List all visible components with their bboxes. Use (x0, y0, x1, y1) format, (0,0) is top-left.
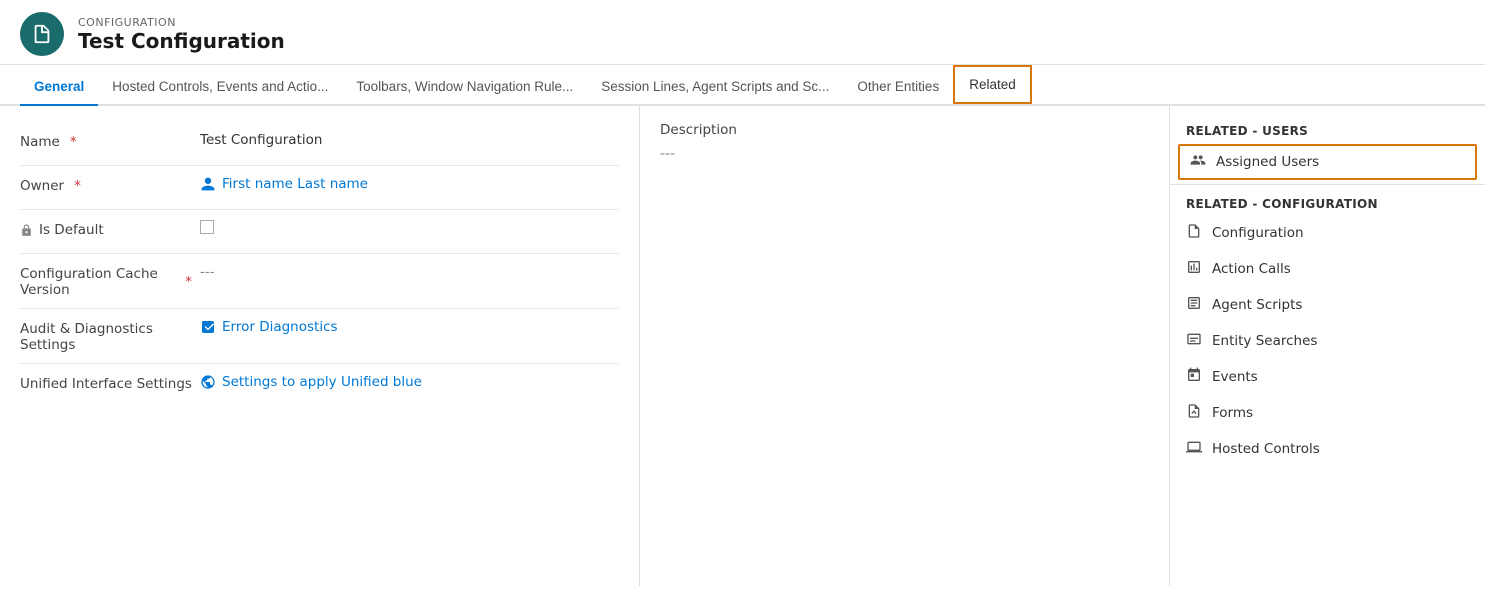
action-calls-icon (1186, 259, 1202, 279)
config-title: Test Configuration (78, 29, 285, 53)
forms-icon (1186, 403, 1202, 423)
related-item-assigned-users[interactable]: Assigned Users (1178, 144, 1477, 180)
form-row-is-default: Is Default (20, 210, 619, 254)
label-is-default: Is Default (20, 220, 200, 238)
label-cache-version: Configuration Cache Version * (20, 264, 200, 298)
configuration-icon (1186, 223, 1202, 243)
related-config-section-title: Related - Configuration (1170, 189, 1485, 215)
form-row-unified: Unified Interface Settings Settings to a… (20, 364, 619, 408)
related-item-hosted-controls[interactable]: Hosted Controls (1170, 431, 1485, 467)
description-panel: Description --- (640, 106, 1170, 586)
required-star-owner: * (74, 178, 81, 194)
related-panel: Related - Users Assigned Users Related -… (1170, 106, 1485, 586)
label-audit: Audit & Diagnostics Settings (20, 319, 200, 353)
related-users-section-title: Related - Users (1170, 116, 1485, 142)
lock-icon (20, 224, 33, 237)
diagnostics-icon (200, 319, 216, 335)
description-value: --- (660, 146, 1149, 162)
value-unified[interactable]: Settings to apply Unified blue (200, 374, 619, 390)
configuration-label: Configuration (1212, 225, 1304, 241)
person-icon (200, 176, 216, 192)
app-icon (20, 12, 64, 56)
events-label: Events (1212, 369, 1258, 385)
hosted-controls-label: Hosted Controls (1212, 441, 1320, 457)
tab-toolbars[interactable]: Toolbars, Window Navigation Rule... (342, 69, 587, 104)
tab-session-lines[interactable]: Session Lines, Agent Scripts and Sc... (587, 69, 843, 104)
checkbox-is-default[interactable] (200, 220, 214, 234)
assigned-users-label: Assigned Users (1216, 154, 1319, 170)
value-is-default (200, 220, 619, 238)
forms-label: Forms (1212, 405, 1253, 421)
value-owner[interactable]: First name Last name (200, 176, 619, 192)
tab-bar: General Hosted Controls, Events and Acti… (0, 65, 1485, 106)
value-name: Test Configuration (200, 132, 619, 148)
label-name: Name * (20, 132, 200, 150)
label-unified: Unified Interface Settings (20, 374, 200, 392)
agent-scripts-label: Agent Scripts (1212, 297, 1302, 313)
header-text-block: CONFIGURATION Test Configuration (78, 16, 285, 53)
related-item-forms[interactable]: Forms (1170, 395, 1485, 431)
required-star-name: * (70, 134, 77, 150)
related-item-agent-scripts[interactable]: Agent Scripts (1170, 287, 1485, 323)
value-cache-version: --- (200, 264, 619, 280)
form-row-name: Name * Test Configuration (20, 122, 619, 166)
main-content: Name * Test Configuration Owner * First … (0, 106, 1485, 586)
entity-searches-label: Entity Searches (1212, 333, 1317, 349)
action-calls-label: Action Calls (1212, 261, 1291, 277)
config-label: CONFIGURATION (78, 16, 285, 29)
form-panel: Name * Test Configuration Owner * First … (0, 106, 640, 586)
entity-searches-icon (1186, 331, 1202, 351)
page-header: CONFIGURATION Test Configuration (0, 0, 1485, 65)
tab-general[interactable]: General (20, 69, 98, 104)
related-item-action-calls[interactable]: Action Calls (1170, 251, 1485, 287)
tab-other-entities[interactable]: Other Entities (843, 69, 953, 104)
required-star-cache: * (185, 274, 192, 290)
label-owner: Owner * (20, 176, 200, 194)
tab-hosted-controls-events[interactable]: Hosted Controls, Events and Actio... (98, 69, 342, 104)
hosted-controls-icon (1186, 439, 1202, 459)
unified-icon (200, 374, 216, 390)
assigned-users-icon (1190, 152, 1206, 172)
agent-scripts-icon (1186, 295, 1202, 315)
tab-related[interactable]: Related (953, 65, 1032, 104)
form-row-cache-version: Configuration Cache Version * --- (20, 254, 619, 309)
value-audit[interactable]: Error Diagnostics (200, 319, 619, 335)
description-label: Description (660, 122, 1149, 138)
events-icon (1186, 367, 1202, 387)
form-row-owner: Owner * First name Last name (20, 166, 619, 210)
related-item-events[interactable]: Events (1170, 359, 1485, 395)
divider-1 (1170, 184, 1485, 185)
related-item-entity-searches[interactable]: Entity Searches (1170, 323, 1485, 359)
form-row-audit: Audit & Diagnostics Settings Error Diagn… (20, 309, 619, 364)
related-item-configuration[interactable]: Configuration (1170, 215, 1485, 251)
